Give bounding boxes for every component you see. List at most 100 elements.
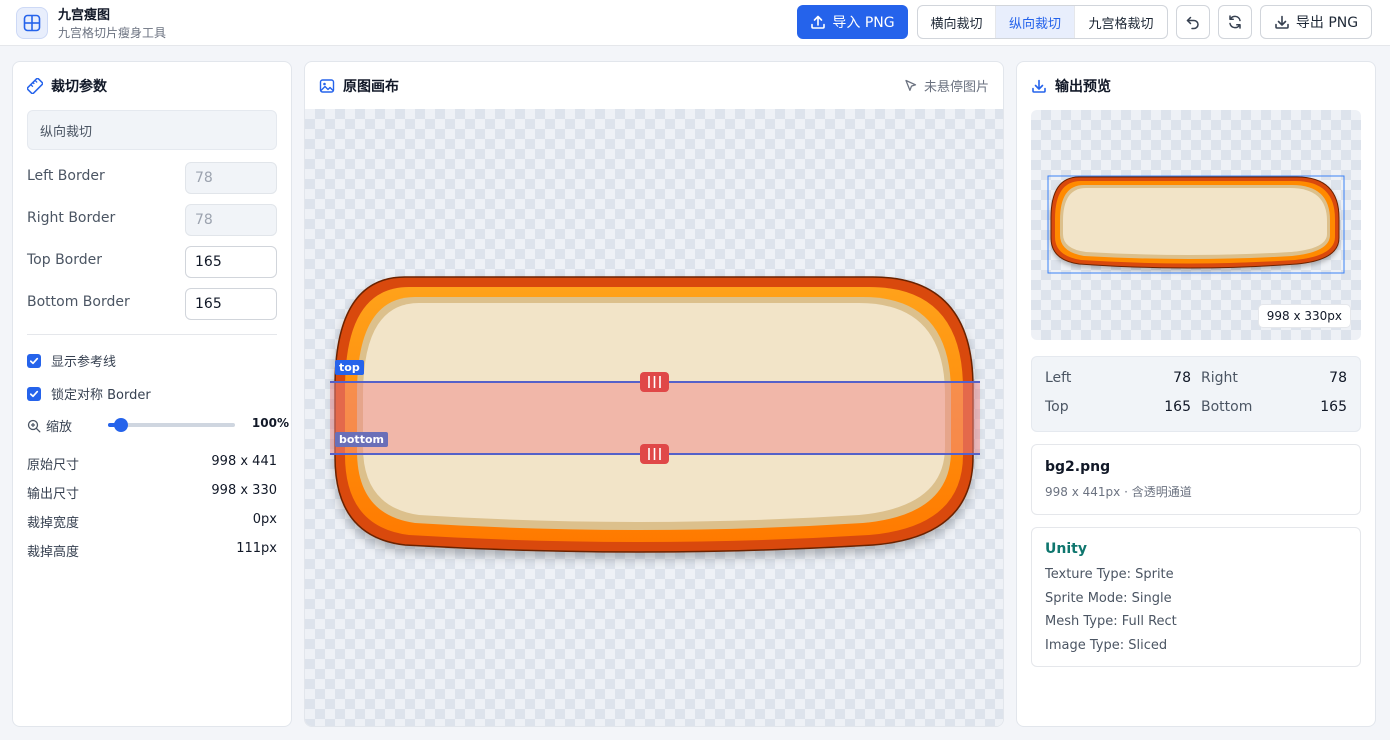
preview-panel: 输出预览 998 x 330px Left 78 Right 78 Top 16… bbox=[1016, 61, 1376, 727]
output-size-badge: 998 x 330px bbox=[1257, 304, 1351, 328]
hover-status-text: 未悬停图片 bbox=[923, 80, 989, 95]
zoom-label: 缩放 bbox=[46, 420, 73, 435]
lock-symmetric-checkbox[interactable] bbox=[27, 386, 41, 401]
file-info-card: bg2.png 998 x 441px · 含透明通道 bbox=[1031, 444, 1361, 515]
show-guides-toggle[interactable]: 显示参考线 bbox=[27, 351, 116, 370]
summary-top: Top 165 bbox=[1045, 399, 1191, 415]
zoom-in-icon bbox=[27, 419, 41, 432]
zoom-value: 100% bbox=[251, 416, 289, 430]
top-bar: 九宫瘦图 九宫格切片瘦身工具 导入 PNG 横向裁切 纵向裁切 九宫格裁切 导出… bbox=[0, 0, 1390, 46]
grid-icon bbox=[16, 7, 48, 39]
right-border-label: Right Border bbox=[27, 210, 116, 226]
params-panel-title: 裁切参数 bbox=[27, 76, 107, 96]
stat-value: 998 x 330 bbox=[211, 483, 277, 498]
drag-handle-icon[interactable] bbox=[640, 444, 669, 464]
canvas-panel-title: 原图画布 bbox=[319, 76, 399, 96]
zoom-slider[interactable] bbox=[108, 418, 235, 432]
file-meta: 998 x 441px · 含透明通道 bbox=[1045, 485, 1192, 499]
stat-label: 裁掉高度 bbox=[27, 545, 80, 560]
stat-label: 原始尺寸 bbox=[27, 458, 80, 473]
stat-value: 998 x 441 bbox=[211, 454, 277, 469]
stat-value: 111px bbox=[236, 541, 277, 556]
summary-bottom-label: Bottom bbox=[1201, 399, 1253, 415]
image-icon bbox=[319, 79, 335, 93]
border-summary: Left 78 Right 78 Top 165 Bottom 165 bbox=[1031, 356, 1361, 432]
bottom-border-input[interactable] bbox=[185, 288, 277, 320]
app-subtitle: 九宫格切片瘦身工具 bbox=[58, 26, 167, 40]
top-border-label: Top Border bbox=[27, 252, 103, 268]
preview-title-text: 输出预览 bbox=[1055, 79, 1111, 95]
top-guide-tag: top bbox=[335, 360, 364, 375]
unity-mesh-type: Mesh Type: Full Rect bbox=[1045, 614, 1177, 629]
output-preview: 998 x 330px bbox=[1031, 110, 1361, 340]
file-name: bg2.png bbox=[1045, 459, 1111, 475]
zoom-control: 缩放 100% bbox=[27, 413, 289, 435]
check-icon bbox=[29, 390, 39, 397]
slice-band bbox=[330, 382, 980, 454]
zoom-slider-thumb[interactable] bbox=[113, 418, 128, 432]
source-canvas[interactable]: top bottom bbox=[305, 109, 1003, 726]
download-icon bbox=[1032, 79, 1046, 93]
import-png-label: 导入 PNG bbox=[832, 15, 895, 31]
bottom-border-label: Bottom Border bbox=[27, 294, 130, 310]
lock-symmetric-toggle[interactable]: 锁定对称 Border bbox=[27, 384, 151, 403]
unity-settings-card: Unity Texture Type: Sprite Sprite Mode: … bbox=[1031, 527, 1361, 667]
summary-left-label: Left bbox=[1045, 370, 1072, 386]
summary-bottom: Bottom 165 bbox=[1201, 399, 1347, 415]
hover-status: 未悬停图片 bbox=[904, 76, 989, 95]
params-divider bbox=[27, 334, 277, 335]
unity-sprite-mode: Sprite Mode: Single bbox=[1045, 591, 1172, 606]
unity-title: Unity bbox=[1045, 541, 1087, 557]
summary-top-label: Top bbox=[1045, 399, 1069, 415]
summary-right-value: 78 bbox=[1329, 370, 1347, 386]
stat-output-size: 输出尺寸 998 x 330 bbox=[27, 483, 277, 502]
stat-cropped-width: 裁掉宽度 0px bbox=[27, 512, 277, 531]
app-title: 九宫瘦图 bbox=[58, 8, 111, 23]
check-icon bbox=[29, 357, 39, 364]
reset-button[interactable] bbox=[1218, 5, 1252, 39]
source-image-svg bbox=[330, 276, 980, 553]
unity-texture-type: Texture Type: Sprite bbox=[1045, 567, 1174, 582]
summary-right: Right 78 bbox=[1201, 370, 1347, 386]
ruler-icon bbox=[27, 78, 43, 94]
upload-icon bbox=[811, 15, 826, 29]
bottom-guide-tag: bottom bbox=[335, 432, 388, 447]
mode-nine-grid-button[interactable]: 九宫格裁切 bbox=[1075, 6, 1167, 38]
current-mode-display: 纵向裁切 bbox=[27, 110, 277, 150]
stat-original-size: 原始尺寸 998 x 441 bbox=[27, 454, 277, 473]
show-guides-checkbox[interactable] bbox=[27, 353, 41, 368]
left-border-label: Left Border bbox=[27, 168, 105, 184]
mode-vertical-button[interactable]: 纵向裁切 bbox=[996, 6, 1075, 38]
canvas-title-text: 原图画布 bbox=[343, 79, 399, 95]
summary-left: Left 78 bbox=[1045, 370, 1191, 386]
summary-top-value: 165 bbox=[1164, 399, 1191, 415]
stat-cropped-height: 裁掉高度 111px bbox=[27, 541, 277, 560]
show-guides-label: 显示参考线 bbox=[51, 355, 117, 370]
summary-right-label: Right bbox=[1201, 370, 1238, 386]
drag-handle-icon[interactable] bbox=[640, 372, 669, 392]
unity-image-type: Image Type: Sliced bbox=[1045, 638, 1168, 653]
params-panel: 裁切参数 纵向裁切 Left Border Right Border Top B… bbox=[12, 61, 292, 727]
import-png-button[interactable]: 导入 PNG bbox=[797, 5, 908, 39]
export-png-button[interactable]: 导出 PNG bbox=[1260, 5, 1372, 39]
left-border-input[interactable] bbox=[185, 162, 277, 194]
refresh-icon bbox=[1229, 15, 1241, 29]
summary-bottom-value: 165 bbox=[1320, 399, 1347, 415]
stat-label: 输出尺寸 bbox=[27, 487, 80, 502]
params-title-text: 裁切参数 bbox=[51, 79, 107, 95]
crop-mode-group: 横向裁切 纵向裁切 九宫格裁切 bbox=[917, 5, 1168, 39]
right-border-input[interactable] bbox=[185, 204, 277, 236]
export-png-label: 导出 PNG bbox=[1295, 15, 1359, 31]
download-icon bbox=[1275, 15, 1289, 29]
undo-button[interactable] bbox=[1176, 5, 1210, 39]
stat-label: 裁掉宽度 bbox=[27, 516, 80, 531]
summary-left-value: 78 bbox=[1173, 370, 1191, 386]
canvas-panel: 原图画布 未悬停图片 top bottom bbox=[304, 61, 1004, 727]
stat-value: 0px bbox=[252, 512, 277, 527]
zoom-label-group: 缩放 bbox=[27, 416, 72, 435]
mode-horizontal-button[interactable]: 横向裁切 bbox=[918, 6, 996, 38]
undo-icon bbox=[1186, 16, 1199, 30]
preview-panel-title: 输出预览 bbox=[1031, 76, 1111, 96]
lock-symmetric-label: 锁定对称 Border bbox=[51, 388, 151, 403]
top-border-input[interactable] bbox=[185, 246, 277, 278]
